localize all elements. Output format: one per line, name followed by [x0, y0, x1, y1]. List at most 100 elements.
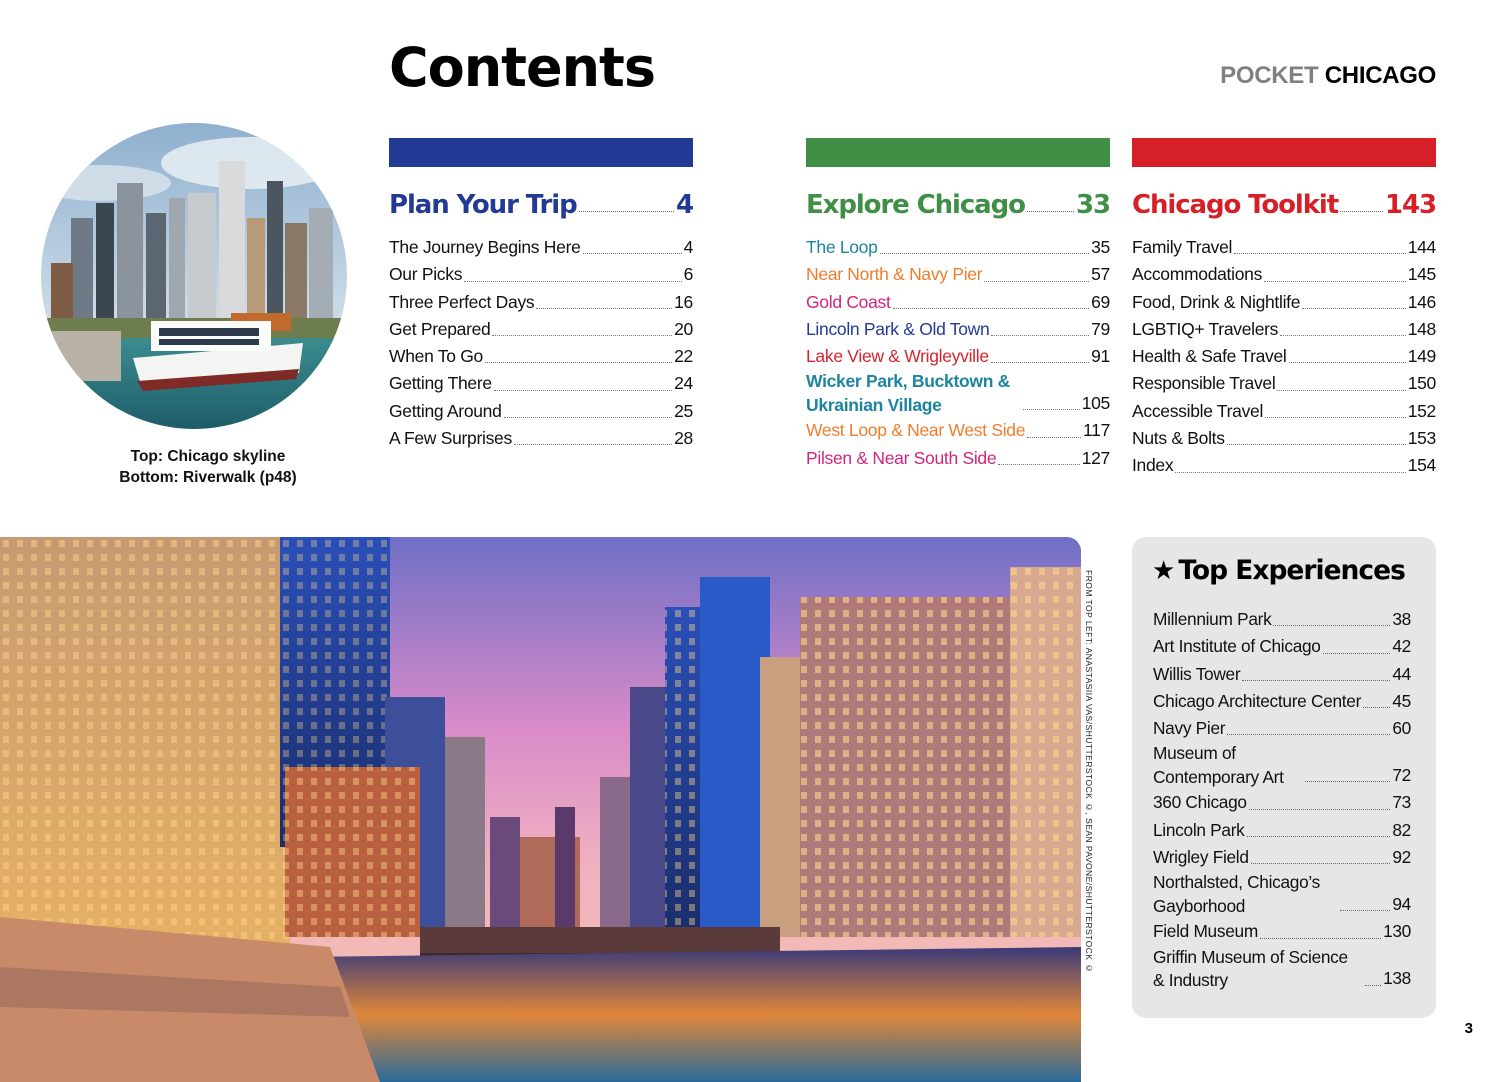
toc-entry-label: Chicago Architecture Center — [1153, 688, 1361, 715]
toc-entry-label: Millennium Park — [1153, 606, 1271, 633]
dot-leader — [1227, 734, 1390, 735]
toc-entry-label: Museum of Contemporary Art — [1153, 742, 1303, 789]
toc-entry[interactable]: Index154 — [1132, 452, 1436, 479]
brand-name: CHICAGO — [1325, 62, 1436, 89]
toc-entry[interactable]: Getting There24 — [389, 370, 693, 397]
toc-entry-label: Our Picks — [389, 261, 462, 288]
toc-entry-page: 28 — [674, 425, 693, 452]
toc-entry-page: 25 — [674, 398, 693, 425]
dot-leader — [1340, 910, 1390, 911]
toc-entry[interactable]: Health & Safe Travel149 — [1132, 343, 1436, 370]
toc-entry-label: Northalsted, Chicago’s Gayborhood — [1153, 871, 1338, 918]
dot-leader — [1340, 211, 1383, 212]
toc-entry[interactable]: The Journey Begins Here 4 — [389, 234, 693, 261]
dot-leader — [1273, 625, 1390, 626]
toc-entry-page: 130 — [1383, 918, 1411, 945]
dot-leader — [1249, 809, 1391, 810]
toc-entry[interactable]: Responsible Travel150 — [1132, 370, 1436, 397]
top-experience-entry[interactable]: Navy Pier60 — [1153, 715, 1411, 742]
toc-entry[interactable]: LGBTIQ+ Travelers 148 — [1132, 316, 1436, 343]
toc-entry-label: The Journey Begins Here — [389, 234, 581, 261]
toc-entry[interactable]: Lincoln Park & Old Town79 — [806, 316, 1110, 343]
top-experience-entry[interactable]: Northalsted, Chicago’s Gayborhood94 — [1153, 871, 1411, 918]
section-heading[interactable]: Chicago Toolkit 143 — [1132, 184, 1436, 220]
toc-entry-page: 4 — [684, 234, 693, 261]
top-experience-entry[interactable]: Millennium Park 38 — [1153, 606, 1411, 633]
section-heading[interactable]: Plan Your Trip 4 — [389, 184, 693, 220]
page-number: 3 — [1465, 1020, 1473, 1037]
toc-entry[interactable]: When To Go22 — [389, 343, 693, 370]
toc-entry-page: 127 — [1082, 445, 1110, 472]
toc-entry-page: 92 — [1392, 844, 1411, 871]
toc-entry[interactable]: Pilsen & Near South Side127 — [806, 445, 1110, 472]
toc-entry-label: Art Institute of Chicago — [1153, 633, 1321, 660]
toc-entry-label: Navy Pier — [1153, 715, 1225, 742]
section-color-bar — [806, 138, 1110, 167]
toc-entry-label: West Loop & Near West Side — [806, 417, 1025, 444]
toc-entry-page: 22 — [674, 343, 693, 370]
toc-entry-label: Lake View & Wrigleyville — [806, 343, 989, 370]
toc-entry[interactable]: Near North & Navy Pier57 — [806, 261, 1110, 288]
toc-entry[interactable]: Nuts & Bolts 153 — [1132, 425, 1436, 452]
top-experience-entry[interactable]: Lincoln Park82 — [1153, 817, 1411, 844]
top-experience-entry[interactable]: Chicago Architecture Center45 — [1153, 688, 1411, 715]
section-heading[interactable]: Explore Chicago 33 — [806, 184, 1110, 220]
dot-leader — [579, 211, 674, 212]
toc-entry-page: 44 — [1392, 661, 1411, 688]
dot-leader — [998, 464, 1079, 465]
toc-entry-page: 148 — [1408, 316, 1436, 343]
toc-entry-page: 73 — [1392, 789, 1411, 816]
toc-entry-label: Nuts & Bolts — [1132, 425, 1225, 452]
dot-leader — [1234, 253, 1406, 254]
toc-entry-page: 153 — [1408, 425, 1436, 452]
toc-entry-label: Health & Safe Travel — [1132, 343, 1287, 370]
dot-leader — [514, 444, 672, 445]
toc-entry-page: 38 — [1392, 606, 1411, 633]
toc-entry-label: LGBTIQ+ Travelers — [1132, 316, 1278, 343]
star-icon: ★ — [1152, 556, 1174, 586]
toc-entry[interactable]: Wicker Park, Bucktown & Ukrainian Villag… — [806, 370, 1110, 417]
section-plan-your-trip: Plan Your Trip 4 The Journey Begins Here… — [389, 138, 693, 452]
top-experience-entry[interactable]: Willis Tower44 — [1153, 661, 1411, 688]
dot-leader — [1242, 680, 1390, 681]
toc-entry[interactable]: Getting Around25 — [389, 398, 693, 425]
top-experience-entry[interactable]: 360 Chicago73 — [1153, 789, 1411, 816]
toc-entry-label: Wicker Park, Bucktown & Ukrainian Villag… — [806, 370, 1021, 417]
toc-entry[interactable]: The Loop35 — [806, 234, 1110, 261]
toc-entry-label: Three Perfect Days — [389, 289, 534, 316]
toc-entry[interactable]: West Loop & Near West Side117 — [806, 417, 1110, 444]
section-title: Plan Your Trip — [389, 190, 577, 220]
toc-entry[interactable]: Get Prepared20 — [389, 316, 693, 343]
top-experience-entry[interactable]: Museum of Contemporary Art72 — [1153, 742, 1411, 789]
toc-entry[interactable]: Food, Drink & Nightlife146 — [1132, 289, 1436, 316]
toc-entry[interactable]: Accommodations145 — [1132, 261, 1436, 288]
toc-entry[interactable]: A Few Surprises28 — [389, 425, 693, 452]
toc-entry-page: 154 — [1408, 452, 1436, 479]
photo-caption: Top: Chicago skyline Bottom: Riverwalk (… — [60, 446, 356, 488]
top-experience-entry[interactable]: Wrigley Field92 — [1153, 844, 1411, 871]
toc-entry[interactable]: Lake View & Wrigleyville91 — [806, 343, 1110, 370]
dot-leader — [991, 362, 1089, 363]
dot-leader — [880, 253, 1090, 254]
toc-entry-label: Food, Drink & Nightlife — [1132, 289, 1300, 316]
photo-credit: FROM TOP LEFT: ANASTASIIA VAS/SHUTTERSTO… — [1072, 570, 1094, 990]
page-title: Contents — [389, 36, 655, 99]
riverwalk-photo — [0, 537, 1081, 1082]
toc-entry[interactable]: Family Travel144 — [1132, 234, 1436, 261]
toc-entry[interactable]: Gold Coast69 — [806, 289, 1110, 316]
top-experience-entry[interactable]: Field Museum130 — [1153, 918, 1411, 945]
dot-leader — [1302, 308, 1406, 309]
top-experience-entry[interactable]: Art Institute of Chicago42 — [1153, 633, 1411, 660]
toc-entry[interactable]: Our Picks6 — [389, 261, 693, 288]
toc-entry-page: 57 — [1091, 261, 1110, 288]
top-experience-entry[interactable]: Griffin Museum of Science & Industry138 — [1153, 946, 1411, 993]
toc-entry-page: 20 — [674, 316, 693, 343]
toc-entry[interactable]: Accessible Travel152 — [1132, 398, 1436, 425]
dot-leader — [583, 253, 682, 254]
dot-leader — [1027, 437, 1081, 438]
toc-entry[interactable]: Three Perfect Days16 — [389, 289, 693, 316]
toc-entry-label: The Loop — [806, 234, 878, 261]
dot-leader — [1280, 335, 1406, 336]
toc-list: The Journey Begins Here 4 Our Picks6 Thre… — [389, 234, 693, 452]
section-title: Explore Chicago — [806, 190, 1025, 220]
